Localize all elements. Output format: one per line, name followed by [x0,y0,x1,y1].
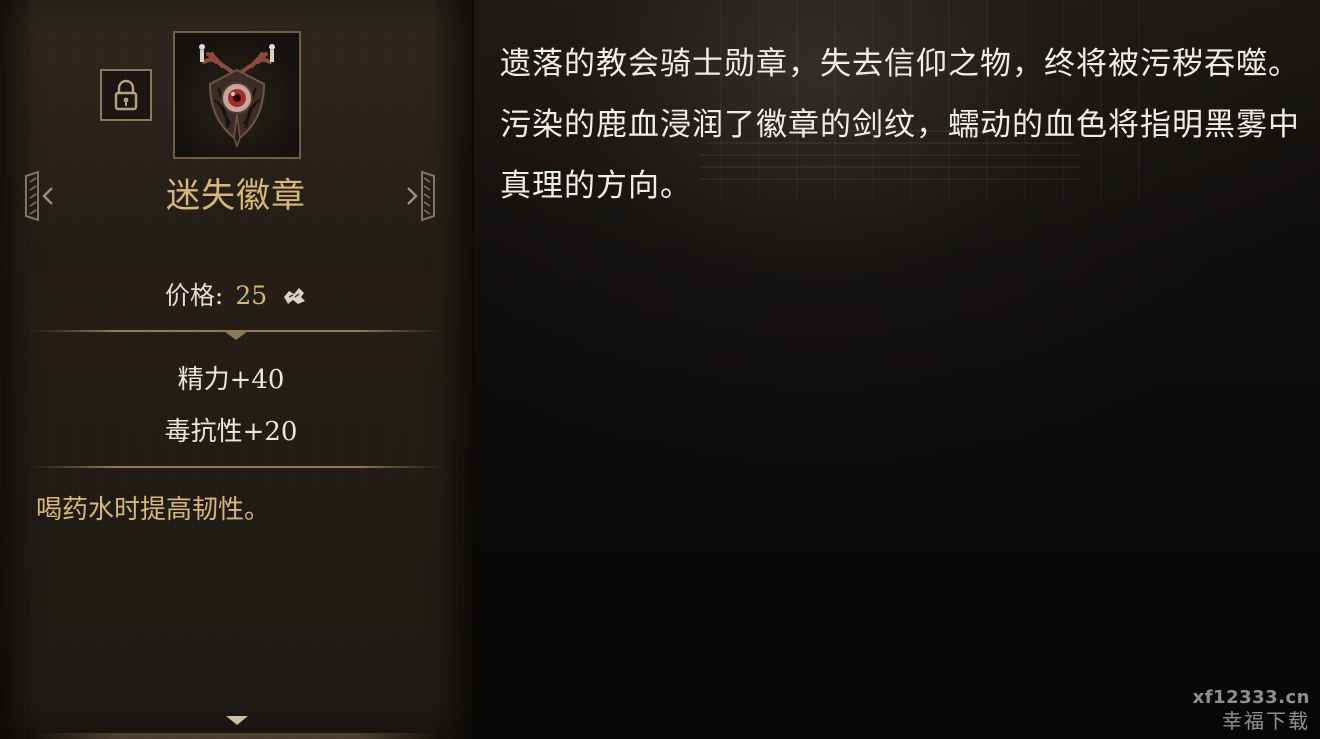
watermark: xf12333.cn 幸福下载 [1193,687,1310,733]
price-label: 价格: [164,281,224,310]
currency-icon [284,287,306,304]
game-screen: 迷失徽章 价格: 25 精力+40 毒抗性+20 喝药水时提高韧性。 遗落的教会… [0,0,1320,739]
item-detail-panel: 迷失徽章 价格: 25 精力+40 毒抗性+20 喝药水时提高韧性。 [0,0,474,739]
price-value: 25 [235,281,268,310]
item-name: 迷失徽章 [166,176,306,216]
scroll-down-arrow-icon[interactable] [224,714,250,726]
item-effect: 喝药水时提高韧性。 [36,495,271,525]
title-ornament-left [22,168,58,224]
price-row: 价格: 25 [0,276,472,316]
lock-icon [114,79,138,111]
stat-poison-resistance: 毒抗性+20 [164,417,298,447]
watermark-url: xf12333.cn [1192,687,1310,708]
lore-paragraph-2: 污染的鹿血浸润了徽章的剑纹，蠕动的血色将指明黑雾中真理的方向。 [500,107,1300,204]
panel-bottom-edge [30,733,442,739]
watermark-text: 幸福下载 [1222,709,1310,733]
lock-button[interactable] [100,69,152,121]
item-icon-slot[interactable] [173,31,301,159]
lore-paragraph-1: 遗落的教会骑士勋章，失去信仰之物，终将被污秽吞噬。 [500,46,1300,82]
stat-stamina: 精力+40 [177,365,285,395]
divider [28,462,444,472]
title-ornament-right [402,168,438,224]
divider-ornate [28,328,444,342]
item-lore-description: 遗落的教会骑士勋章，失去信仰之物，终将被污秽吞噬。 污染的鹿血浸润了徽章的剑纹，… [500,34,1300,217]
badge-with-antlers-and-eye-icon [199,44,275,149]
